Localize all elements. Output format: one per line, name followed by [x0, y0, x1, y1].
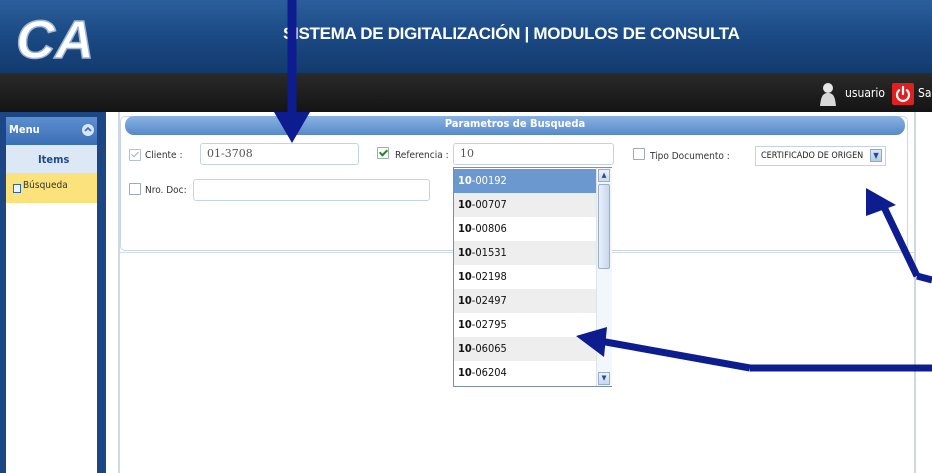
autocomplete-option[interactable]: 10-01531 — [454, 241, 596, 265]
company-logo: CA — [15, 9, 95, 68]
username-label: usuario — [845, 86, 885, 100]
logout-button[interactable] — [892, 83, 914, 105]
annotation-arrow-list — [576, 327, 932, 372]
menu-section-items: Items — [6, 145, 97, 173]
referencia-autocomplete-list[interactable]: 10-00192 10-00707 10-00806 10-01531 10-0… — [453, 167, 612, 387]
collapse-icon[interactable] — [82, 124, 94, 136]
referencia-input[interactable]: 10 — [453, 143, 614, 165]
logout-label[interactable]: Sal — [918, 86, 932, 100]
autocomplete-option[interactable]: 10-00806 — [454, 217, 596, 241]
autocomplete-option[interactable]: 10-02795 — [454, 313, 596, 337]
scroll-up-icon[interactable]: ▲ — [598, 169, 610, 182]
nro-doc-checkbox[interactable] — [129, 183, 141, 195]
cliente-label: Cliente : — [145, 150, 183, 161]
power-icon — [895, 85, 911, 102]
referencia-checkbox[interactable] — [377, 147, 389, 159]
chevron-down-icon[interactable]: ▼ — [870, 149, 882, 162]
app-title: SISTEMA DE DIGITALIZACIÓN | MODULOS DE C… — [283, 24, 740, 43]
search-panel-title: Parametros de Busqueda — [125, 116, 905, 135]
autocomplete-option[interactable]: 10-00707 — [454, 193, 596, 217]
autocomplete-option[interactable]: 10-02198 — [454, 265, 596, 289]
referencia-label: Referencia : — [395, 150, 449, 161]
svg-text:CA: CA — [16, 10, 94, 68]
cliente-checkbox[interactable] — [129, 149, 141, 161]
sidebar-item-busqueda[interactable]: Búsqueda — [6, 173, 97, 203]
scrollbar-thumb[interactable] — [598, 184, 610, 269]
tipo-documento-value: CERTIFICADO DE ORIGEN — [761, 151, 864, 161]
menu-section-label: Items — [38, 153, 70, 166]
search-icon — [13, 184, 21, 193]
app-header: CA SISTEMA DE DIGITALIZACIÓN | MODULOS D… — [0, 0, 932, 73]
top-toolbar — [0, 73, 932, 112]
nro-doc-label: Nro. Doc: — [145, 185, 187, 196]
menu-header[interactable]: Menu — [6, 117, 97, 145]
sidebar-item-label: Búsqueda — [23, 180, 68, 191]
autocomplete-option[interactable]: 10-06204 — [454, 361, 596, 385]
autocomplete-option[interactable]: 10-00192 — [454, 169, 596, 193]
tipo-documento-label: Tipo Documento : — [650, 151, 730, 162]
menu-title: Menu — [9, 123, 40, 136]
autocomplete-option[interactable]: 10-02497 — [454, 289, 596, 313]
content-border-right — [914, 112, 916, 473]
tipo-documento-checkbox[interactable] — [633, 148, 645, 160]
user-icon — [820, 83, 836, 106]
autocomplete-scrollbar[interactable]: ▲ ▼ — [596, 168, 612, 386]
scroll-down-icon[interactable]: ▼ — [598, 372, 610, 385]
tipo-documento-select[interactable]: CERTIFICADO DE ORIGEN ▼ — [755, 146, 886, 166]
autocomplete-option[interactable]: 10-06065 — [454, 337, 596, 361]
nro-doc-input[interactable] — [193, 179, 430, 201]
cliente-input[interactable]: 01-3708 — [200, 143, 359, 165]
